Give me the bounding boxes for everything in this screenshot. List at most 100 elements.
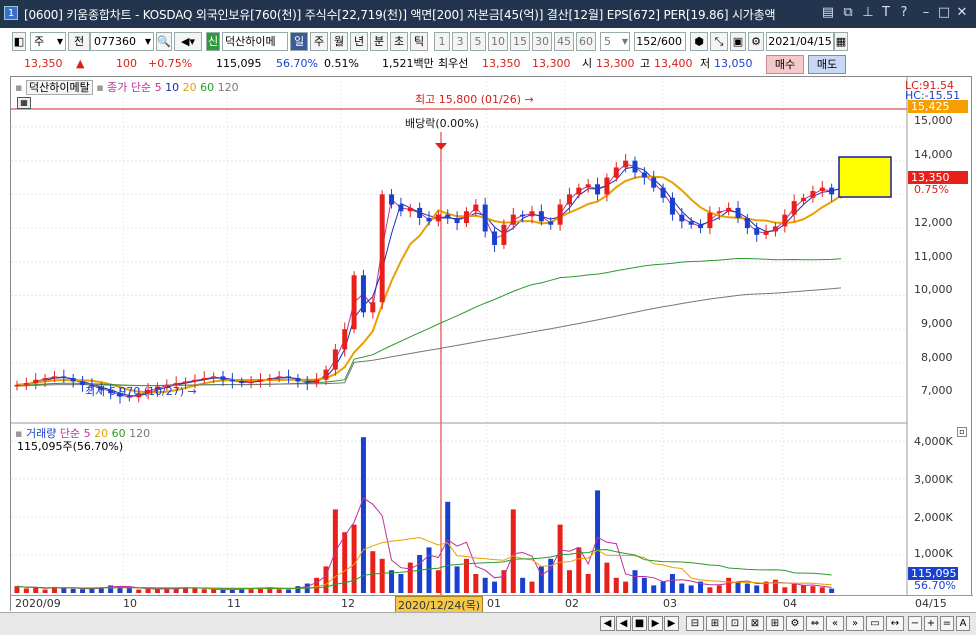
volume-bar <box>201 589 207 593</box>
sound-icon[interactable]: ◀▾ <box>174 32 202 51</box>
volume-pct-tag: 56.70% <box>914 579 956 592</box>
candle-body <box>801 197 807 202</box>
interval-select[interactable]: 5 ▼ <box>600 32 630 51</box>
zoom-out-small-icon[interactable]: ↔ <box>886 616 904 631</box>
period-second-button[interactable]: 초 <box>390 32 408 51</box>
prev-button[interactable]: 전 <box>68 32 90 51</box>
candlestick-chart[interactable] <box>11 77 973 612</box>
candle-body <box>819 187 825 192</box>
maximize-icon[interactable]: □ <box>936 4 952 22</box>
buy-button[interactable]: 매수 <box>766 55 804 74</box>
count-display[interactable]: 152/600 <box>634 32 686 51</box>
period-month-button[interactable]: 월 <box>330 32 348 51</box>
minimize-icon[interactable]: – <box>918 4 934 22</box>
candle-body <box>538 211 544 222</box>
lock-icon[interactable]: ⊡ <box>726 616 744 631</box>
stock-code-input[interactable]: 077360 ▼ <box>90 32 154 51</box>
candle-body <box>595 184 601 195</box>
play-icon[interactable]: ▶ <box>648 616 663 631</box>
high-note: 최고 15,800 (01/26) → <box>415 91 534 107</box>
panel-collapse-icon[interactable]: ▫ <box>957 427 967 437</box>
indicator-tag[interactable]: 신 <box>206 32 220 51</box>
scroll-left-icon[interactable]: ◀ <box>600 616 615 631</box>
vol-y-3000k: 3,000K <box>914 473 953 486</box>
interval-10-button[interactable]: 10 <box>488 32 508 51</box>
low-note: 최저 6,970 (10/27) → <box>85 383 197 399</box>
date-label-10: 10 <box>123 597 137 610</box>
y-label-11000: 11,000 <box>914 250 953 263</box>
current-price: 13,350 <box>24 57 63 70</box>
period-day-button[interactable]: 일 <box>290 32 308 51</box>
collapse-icon[interactable]: « <box>826 616 844 631</box>
stock-name-tag[interactable]: 덕산하이메탈 <box>25 80 93 95</box>
volume-bar <box>211 589 217 593</box>
grid-toggle-icon[interactable]: ⊞ <box>766 616 784 631</box>
candle-body <box>810 191 816 198</box>
date-input[interactable]: 2021/04/15 <box>766 32 834 51</box>
date-axis: 2020/09 10 11 12 2020/12/24(목) 01 02 03 … <box>11 595 973 614</box>
ma-legend-prefix: 종가 단순 <box>107 81 152 94</box>
interval-45-button[interactable]: 45 <box>554 32 574 51</box>
candle-body <box>304 381 310 384</box>
zoom-reset-icon[interactable]: ⊟ <box>686 616 704 631</box>
calculator-icon[interactable]: ▦ <box>17 97 31 109</box>
step-back-icon[interactable]: ◀ <box>616 616 631 631</box>
zoom-all-icon[interactable]: = <box>940 616 954 631</box>
link-icon[interactable]: ⧉ <box>840 4 856 22</box>
help-icon[interactable]: ? <box>896 4 912 22</box>
market-select[interactable]: 주 ▼ <box>30 32 66 51</box>
close-icon[interactable]: ✕ <box>954 4 970 22</box>
interval-3-button[interactable]: 3 <box>452 32 468 51</box>
fit-icon[interactable]: ⊞ <box>706 616 724 631</box>
volume-bar <box>33 587 39 593</box>
expand-icon[interactable]: » <box>846 616 864 631</box>
search-icon[interactable]: 🔍 <box>156 32 172 51</box>
period-year-button[interactable]: 년 <box>350 32 368 51</box>
zoom-out-icon[interactable]: − <box>908 616 922 631</box>
candle-body <box>445 214 451 218</box>
candle-body <box>417 207 423 218</box>
crosshair-icon[interactable]: ⤡ <box>710 32 728 51</box>
volume-bar <box>744 583 750 593</box>
window-list-icon[interactable]: ▤ <box>820 4 836 22</box>
font-size-icon[interactable]: A <box>956 616 970 631</box>
calendar-icon[interactable]: ▦ <box>834 32 848 51</box>
volume-bar <box>520 577 526 593</box>
candle-body <box>276 376 282 379</box>
split-icon[interactable]: ⊠ <box>746 616 764 631</box>
range-icon[interactable]: ▭ <box>866 616 884 631</box>
gear-icon[interactable]: ⚙ <box>748 32 764 51</box>
settings-icon[interactable]: ⚙ <box>786 616 804 631</box>
interval-30-button[interactable]: 30 <box>532 32 552 51</box>
low-price: 13,050 <box>714 57 753 70</box>
interval-5-button[interactable]: 5 <box>470 32 486 51</box>
candle-body <box>360 275 366 313</box>
interval-60-button[interactable]: 60 <box>576 32 596 51</box>
current-price-marker[interactable] <box>838 156 892 198</box>
date-label-2020-09: 2020/09 <box>15 597 61 610</box>
period-tick-button[interactable]: 틱 <box>410 32 428 51</box>
zoom-in-icon[interactable]: + <box>924 616 938 631</box>
chart-area[interactable]: ▪ 덕산하이메탈 ▪ 종가 단순 5 10 20 60 120 ▦ 최고 15,… <box>10 76 973 614</box>
candle-body <box>763 231 769 235</box>
interval-1-button[interactable]: 1 <box>434 32 450 51</box>
interval-15-button[interactable]: 15 <box>510 32 530 51</box>
pin-icon[interactable]: ⊥ <box>860 4 876 22</box>
stop-icon[interactable]: ■ <box>632 616 647 631</box>
volume-bar <box>679 583 685 593</box>
scroll-right-icon[interactable]: ▶ <box>664 616 679 631</box>
save-icon[interactable]: ▣ <box>730 32 746 51</box>
period-week-button[interactable]: 주 <box>310 32 328 51</box>
candle-body <box>463 211 469 224</box>
text-icon[interactable]: T <box>878 4 894 22</box>
period-minute-button[interactable]: 분 <box>370 32 388 51</box>
candle-body <box>576 187 582 195</box>
chart-type-icon[interactable]: ⬢ <box>690 32 708 51</box>
scale-icon[interactable]: ⇔ <box>806 616 824 631</box>
sell-button[interactable]: 매도 <box>808 55 846 74</box>
candle-body <box>651 177 657 188</box>
candle-body <box>323 369 329 380</box>
volume-bar <box>473 574 479 593</box>
layout-icon[interactable]: ◧ <box>12 32 26 51</box>
volume-bar <box>548 558 554 593</box>
